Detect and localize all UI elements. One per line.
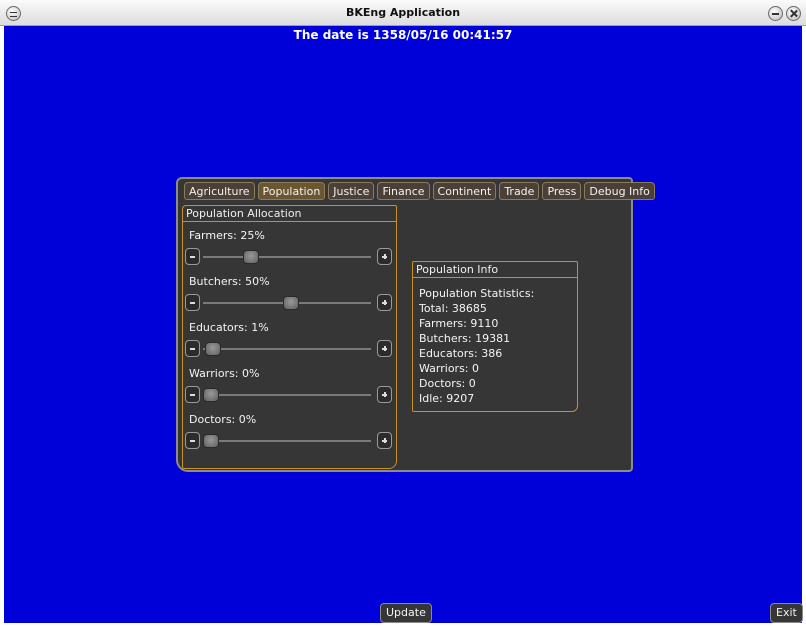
game-canvas: The date is 1358/05/16 00:41:57 Agricult… [4,26,803,623]
doctors-label: Doctors: 0% [189,413,257,426]
warriors-decrease-button[interactable] [185,386,200,403]
butchers-increase-button[interactable] [377,294,392,311]
tab-trade[interactable]: Trade [499,182,540,200]
population-info-list: Population Statistics: Total: 38685 Farm… [419,286,534,406]
date-label: The date is 1358/05/16 00:41:57 [293,28,513,42]
tab-debug-info[interactable]: Debug Info [584,182,655,200]
title-bar: BKEng Application [0,0,806,26]
population-info-panel: Population Info Population Statistics: T… [412,261,578,412]
info-line-doctors: Doctors: 0 [419,377,476,390]
farmers-slider-group: Farmers: 25% [183,229,396,275]
info-line-farmers: Farmers: 9110 [419,317,499,330]
info-line-header: Population Statistics: [419,287,535,300]
warriors-slider-group: Warriors: 0% [183,367,396,413]
farmers-slider-thumb[interactable] [243,250,259,264]
farmers-increase-button[interactable] [377,248,392,265]
educators-slider-track[interactable] [203,348,371,350]
population-allocation-panel: Population Allocation Farmers: 25% Butch… [182,205,397,469]
educators-label: Educators: 1% [189,321,269,334]
butchers-slider-thumb[interactable] [283,296,299,310]
butchers-label: Butchers: 50% [189,275,270,288]
educators-increase-button[interactable] [377,340,392,357]
warriors-slider-thumb[interactable] [203,388,219,402]
farmers-label: Farmers: 25% [189,229,265,242]
warriors-increase-button[interactable] [377,386,392,403]
butchers-slider-group: Butchers: 50% [183,275,396,321]
info-line-warriors: Warriors: 0 [419,362,480,375]
population-allocation-title: Population Allocation [183,206,396,222]
tab-justice[interactable]: Justice [328,182,375,200]
tab-continent[interactable]: Continent [432,182,497,200]
educators-slider-thumb[interactable] [204,342,221,356]
main-panel: Agriculture Population Justice Finance C… [176,177,655,472]
info-line-total: Total: 38685 [419,302,487,315]
tab-finance[interactable]: Finance [377,182,430,200]
doctors-slider-thumb[interactable] [203,434,219,448]
tab-agriculture[interactable]: Agriculture [184,182,255,200]
tab-press[interactable]: Press [542,182,582,200]
educators-slider-group: Educators: 1% [183,321,396,367]
update-button[interactable]: Update [380,603,432,623]
doctors-slider-track[interactable] [203,440,371,442]
tab-bar: Agriculture Population Justice Finance C… [184,182,655,201]
doctors-increase-button[interactable] [377,432,392,449]
info-line-educators: Educators: 386 [419,347,503,360]
minimize-icon[interactable] [768,6,783,21]
farmers-slider-track[interactable] [203,256,371,258]
doctors-decrease-button[interactable] [185,432,200,449]
doctors-slider-group: Doctors: 0% [183,413,396,459]
warriors-slider-track[interactable] [203,394,371,396]
warriors-label: Warriors: 0% [189,367,260,380]
butchers-decrease-button[interactable] [185,294,200,311]
population-info-title: Population Info [413,262,577,278]
educators-decrease-button[interactable] [185,340,200,357]
farmers-decrease-button[interactable] [185,248,200,265]
tab-population[interactable]: Population [257,182,326,200]
window-title: BKEng Application [345,6,461,19]
exit-button[interactable]: Exit [770,603,803,623]
info-line-idle: Idle: 9207 [419,392,475,405]
info-line-butchers: Butchers: 19381 [419,332,511,345]
close-icon[interactable] [786,6,801,21]
